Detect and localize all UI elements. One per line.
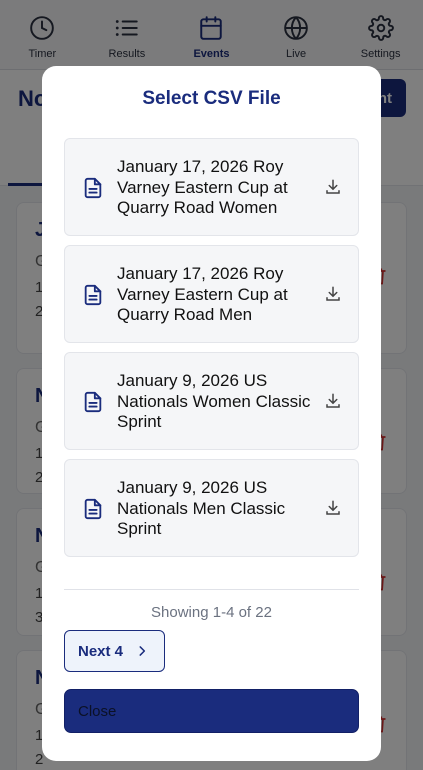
chevron-right-icon (139, 646, 146, 656)
file-text-icon (84, 498, 102, 520)
csv-file-name: January 9, 2026 US Nationals Women Class… (117, 371, 311, 432)
csv-file-name: January 9, 2026 US Nationals Men Classic… (117, 478, 286, 539)
modal-title: Select CSV File (142, 88, 281, 109)
csv-file-name: January 17, 2026 Roy Varney Eastern Cup … (117, 264, 288, 325)
divider (64, 589, 359, 590)
csv-file-item[interactable]: January 17, 2026 Roy Varney Eastern Cup … (64, 138, 359, 236)
select-csv-modal: Select CSV File January 17, 2026 Roy Var… (42, 66, 381, 761)
pagination-status: Showing 1-4 of 22 (151, 604, 272, 621)
next-page-button[interactable]: Next 4 (64, 630, 165, 672)
close-button[interactable]: Close (64, 689, 359, 733)
csv-file-item[interactable]: January 17, 2026 Roy Varney Eastern Cup … (64, 245, 359, 343)
file-text-icon (84, 177, 102, 199)
csv-file-item[interactable]: January 9, 2026 US Nationals Men Classic… (64, 459, 359, 557)
csv-file-name: January 17, 2026 Roy Varney Eastern Cup … (117, 157, 288, 218)
download-icon[interactable] (324, 392, 342, 410)
next-page-label: Next 4 (78, 642, 124, 660)
download-icon[interactable] (324, 499, 342, 517)
close-label: Close (78, 702, 117, 720)
download-icon[interactable] (324, 178, 342, 196)
csv-file-item[interactable]: January 9, 2026 US Nationals Women Class… (64, 352, 359, 450)
file-text-icon (84, 284, 102, 306)
download-icon[interactable] (324, 285, 342, 303)
file-text-icon (84, 391, 102, 413)
